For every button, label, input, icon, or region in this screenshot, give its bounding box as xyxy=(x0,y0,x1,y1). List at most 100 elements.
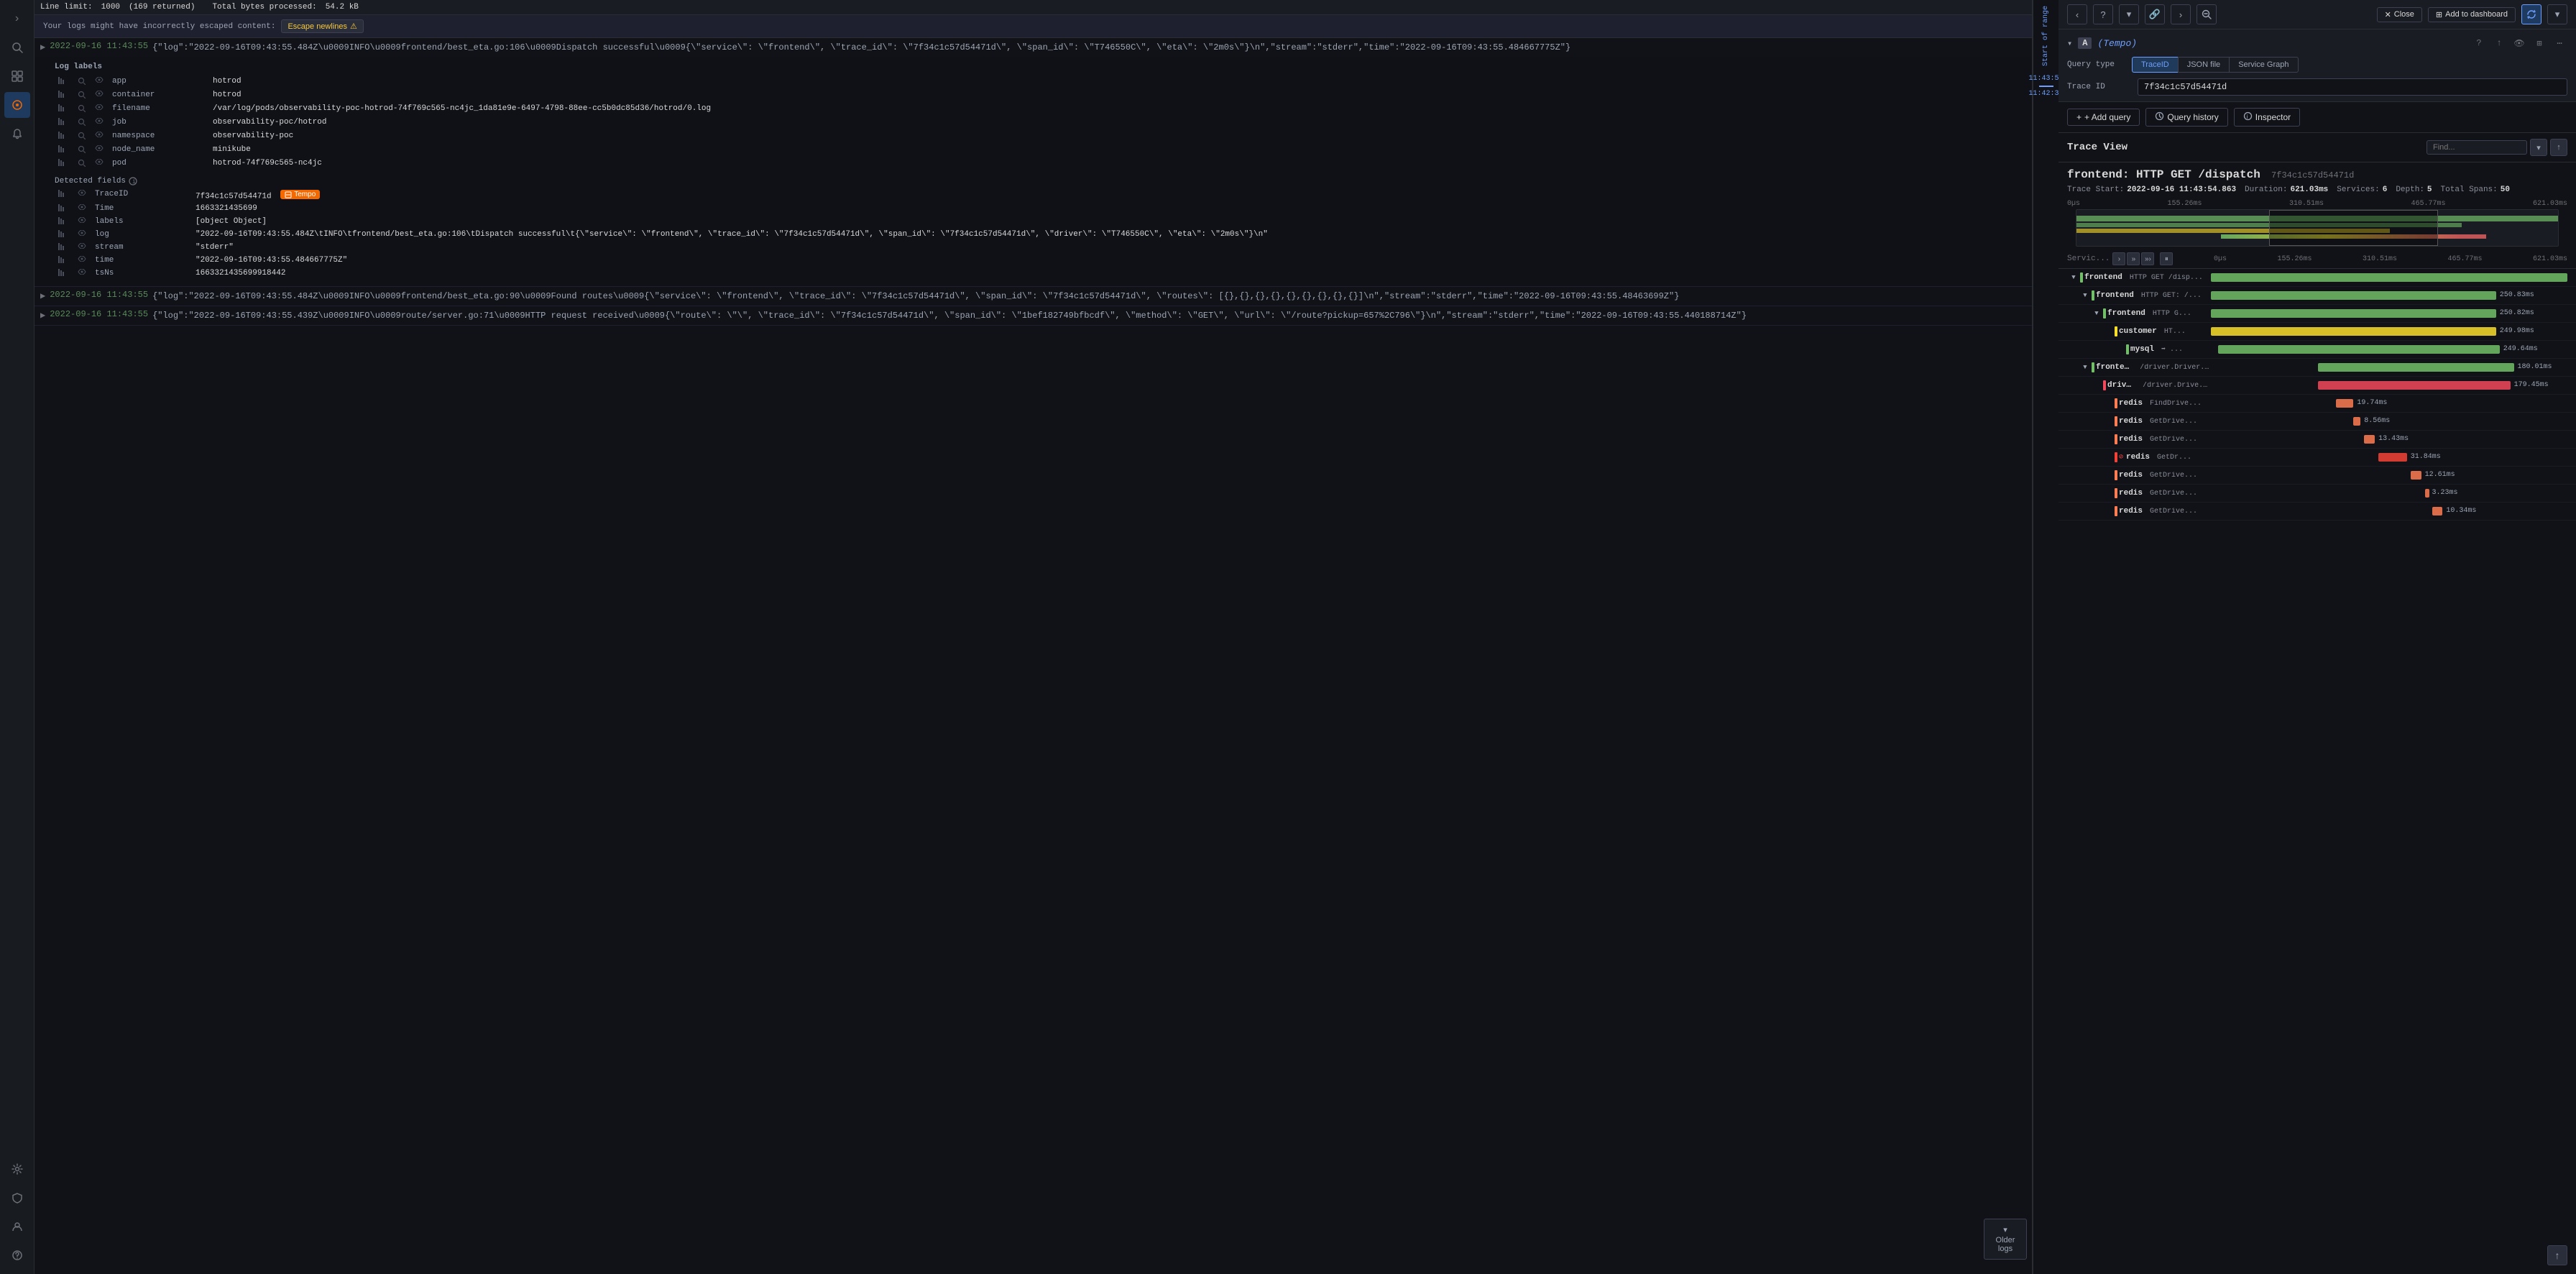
sidebar-icon-search[interactable] xyxy=(4,35,30,60)
help-button[interactable]: ? xyxy=(2093,4,2113,24)
trace-view-panel[interactable]: Trace View ▾ ↑ frontend: HTTP GET /dispa… xyxy=(2058,133,2576,1274)
trace-id-input[interactable] xyxy=(2138,78,2567,96)
span-row-12[interactable]: redis GetDrive... 3.23ms xyxy=(2058,485,2576,503)
field-eye-icon2[interactable] xyxy=(75,216,92,229)
span-row-13[interactable]: redis GetDrive... 10.34ms xyxy=(2058,503,2576,521)
field-search-icon[interactable] xyxy=(75,103,92,116)
link-button[interactable]: 🔗 xyxy=(2145,4,2165,24)
zoom-out-button[interactable] xyxy=(2196,4,2217,24)
log-entry-header-1[interactable]: ▶ 2022-09-16 11:43:55 {"log":"2022-09-16… xyxy=(34,38,2032,57)
tempo-badge-button[interactable]: Tempo xyxy=(280,190,320,199)
scroll-to-top-button[interactable]: ↑ xyxy=(2547,1245,2567,1265)
span-row-2[interactable]: ▼ frontend HTTP G... 250.82ms xyxy=(2058,305,2576,323)
field-bar-icon[interactable] xyxy=(55,103,75,116)
span-row-10[interactable]: ⊘ redis GetDr... 31.84ms xyxy=(2058,449,2576,467)
field-bar-icon[interactable] xyxy=(55,144,75,157)
expand-btn-1[interactable]: › xyxy=(2112,252,2125,265)
field-bar-icon2[interactable] xyxy=(55,242,75,255)
field-bar-icon2[interactable] xyxy=(55,216,75,229)
sidebar-icon-bell[interactable] xyxy=(4,121,30,147)
trace-find-chevron-down[interactable]: ▾ xyxy=(2530,139,2547,156)
sidebar-icon-settings[interactable] xyxy=(4,1156,30,1182)
escape-newlines-button[interactable]: Escape newlines ⚠ xyxy=(281,19,363,33)
field-eye-icon[interactable] xyxy=(92,75,109,89)
field-bar-icon[interactable] xyxy=(55,130,75,144)
span-row-3[interactable]: customer HT... 249.98ms xyxy=(2058,323,2576,341)
query-tab-servicegraph[interactable]: Service Graph xyxy=(2229,57,2298,73)
field-search-icon[interactable] xyxy=(75,116,92,130)
field-eye-icon2[interactable] xyxy=(75,188,92,203)
field-bar-icon2[interactable] xyxy=(55,267,75,280)
span-row-9[interactable]: redis GetDrive... 13.43ms xyxy=(2058,431,2576,449)
span-row-8[interactable]: redis GetDrive... 8.56ms xyxy=(2058,413,2576,431)
span-row-7[interactable]: redis FindDrive... 19.74ms xyxy=(2058,395,2576,413)
add-query-button[interactable]: + + Add query xyxy=(2067,109,2140,126)
dropdown-btn[interactable]: ▾ xyxy=(2547,4,2567,24)
sidebar-icon-chevron[interactable]: › xyxy=(4,6,30,32)
span-row-4[interactable]: mysql ➡ ... 249.64ms xyxy=(2058,341,2576,359)
ds-more-icon[interactable]: ⋯ xyxy=(2552,35,2567,51)
expand-btn-3[interactable]: »› xyxy=(2141,252,2154,265)
span-row-0[interactable]: ▼ frontend HTTP GET /disp... xyxy=(2058,269,2576,287)
close-button[interactable]: ✕ Close xyxy=(2377,7,2422,22)
field-bar-icon2[interactable] xyxy=(55,255,75,267)
field-bar-icon[interactable] xyxy=(55,116,75,130)
span-row-1[interactable]: ▼ frontend HTTP GET: /... 250.83ms xyxy=(2058,287,2576,305)
datasource-arrow[interactable]: ▾ xyxy=(2067,38,2072,49)
field-eye-icon2[interactable] xyxy=(75,203,92,216)
field-bar-icon2[interactable] xyxy=(55,229,75,242)
field-eye-icon[interactable] xyxy=(92,144,109,157)
expand-btn-2[interactable]: » xyxy=(2127,252,2140,265)
field-eye-icon[interactable] xyxy=(92,130,109,144)
nav-back-button[interactable]: ‹ xyxy=(2067,4,2087,24)
field-search-icon[interactable] xyxy=(75,75,92,89)
log-content[interactable]: ▶ 2022-09-16 11:43:55 {"log":"2022-09-16… xyxy=(34,38,2032,1274)
span-collapse-btn-5[interactable]: ▼ xyxy=(2080,362,2090,372)
ds-upload-icon[interactable]: ↑ xyxy=(2491,35,2507,51)
field-eye-icon[interactable] xyxy=(92,116,109,130)
field-search-icon[interactable] xyxy=(75,157,92,171)
field-bar-icon2[interactable] xyxy=(55,188,75,203)
older-logs-button[interactable]: ▾ Older logs xyxy=(1984,1219,2027,1260)
sidebar-icon-grid[interactable] xyxy=(4,63,30,89)
field-eye-icon2[interactable] xyxy=(75,267,92,280)
span-collapse-btn-2[interactable]: ▼ xyxy=(2092,308,2102,318)
pause-btn[interactable]: ⏸ xyxy=(2160,252,2173,265)
query-history-button[interactable]: Query history xyxy=(2145,108,2227,127)
add-dashboard-button[interactable]: ⊞ Add to dashboard xyxy=(2428,7,2516,22)
field-bar-icon[interactable] xyxy=(55,89,75,103)
span-row-6[interactable]: driver /driver.Drive... 179.45ms xyxy=(2058,377,2576,395)
sidebar-icon-help[interactable] xyxy=(4,1242,30,1268)
ds-grid-icon[interactable]: ⊞ xyxy=(2531,35,2547,51)
ds-eye-icon[interactable]: 👁 xyxy=(2511,35,2527,51)
inspector-button[interactable]: i Inspector xyxy=(2234,108,2300,127)
field-search-icon[interactable] xyxy=(75,89,92,103)
dropdown-button[interactable]: ▾ xyxy=(2119,4,2139,24)
ds-help-icon[interactable]: ? xyxy=(2471,35,2487,51)
query-tab-json[interactable]: JSON file xyxy=(2178,57,2229,73)
field-eye-icon[interactable] xyxy=(92,89,109,103)
field-eye-icon2[interactable] xyxy=(75,255,92,267)
trace-find-up[interactable]: ↑ xyxy=(2550,139,2567,156)
field-bar-icon[interactable] xyxy=(55,157,75,171)
span-collapse-btn-1[interactable]: ▼ xyxy=(2080,290,2090,301)
sync-button[interactable] xyxy=(2521,4,2542,24)
query-tab-traceid[interactable]: TraceID xyxy=(2132,57,2178,73)
field-eye-icon[interactable] xyxy=(92,103,109,116)
span-row-11[interactable]: redis GetDrive... 12.61ms xyxy=(2058,467,2576,485)
trace-find-input[interactable] xyxy=(2426,140,2527,155)
sidebar-icon-user[interactable] xyxy=(4,1214,30,1239)
field-eye-icon2[interactable] xyxy=(75,242,92,255)
field-bar-icon2[interactable] xyxy=(55,203,75,216)
field-search-icon[interactable] xyxy=(75,130,92,144)
log-entry-header-bottom-0[interactable]: ▶ 2022-09-16 11:43:55 {"log":"2022-09-16… xyxy=(34,287,2032,306)
sidebar-icon-shield[interactable] xyxy=(4,1185,30,1211)
nav-forward-button[interactable]: › xyxy=(2171,4,2191,24)
sidebar-icon-explore[interactable] xyxy=(4,92,30,118)
field-bar-icon[interactable] xyxy=(55,75,75,89)
log-entry-header-bottom-1[interactable]: ▶ 2022-09-16 11:43:55 {"log":"2022-09-16… xyxy=(34,306,2032,325)
field-eye-icon2[interactable] xyxy=(75,229,92,242)
field-search-icon[interactable] xyxy=(75,144,92,157)
field-eye-icon[interactable] xyxy=(92,157,109,171)
span-collapse-btn-0[interactable]: ▼ xyxy=(2069,272,2079,283)
